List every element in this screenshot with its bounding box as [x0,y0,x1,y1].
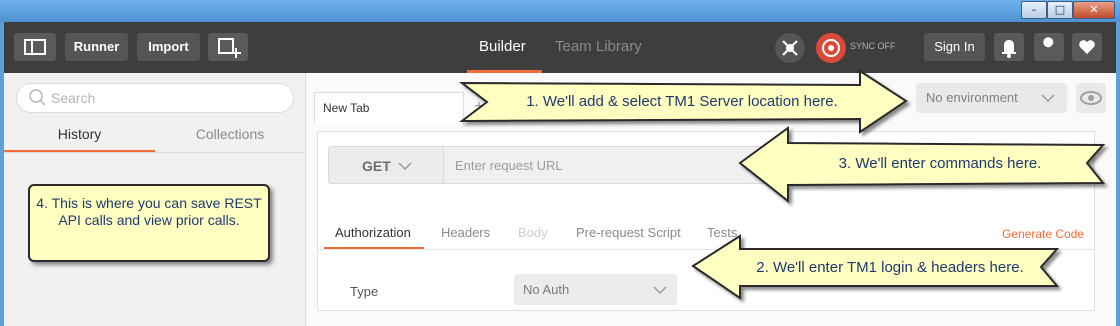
callout-3-text: 3. We'll enter commands here. [838,155,1042,172]
callout-1-text: 1. We'll add & select TM1 Server locatio… [526,93,838,110]
callout-2-text: 2. We'll enter TM1 login & headers here. [756,259,1024,276]
callout-4-box: 4. This is where you can save REST API c… [28,184,270,262]
